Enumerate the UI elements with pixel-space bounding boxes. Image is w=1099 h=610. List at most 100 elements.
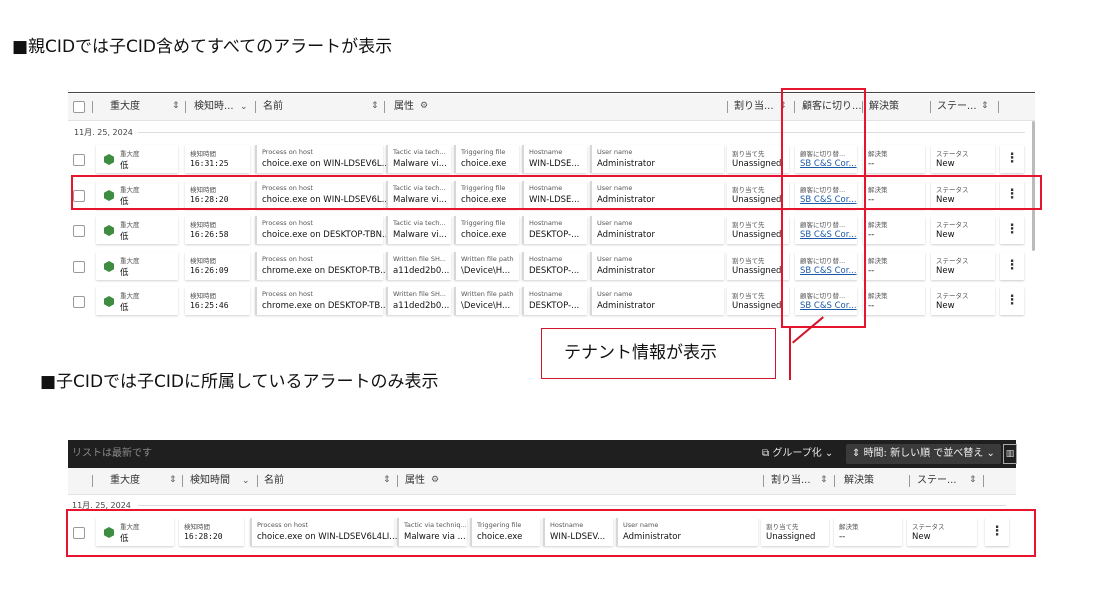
- row-checkbox[interactable]: [73, 261, 85, 273]
- resolution-cell[interactable]: 解決策 --: [863, 181, 925, 209]
- customer-cell[interactable]: 顧客に切り替... SB C&S Cor...: [795, 287, 857, 315]
- status-cell[interactable]: ステータス New: [931, 216, 995, 244]
- row-menu-button[interactable]: ⋮: [1000, 181, 1024, 209]
- group-by-button[interactable]: ⧉ グループ化 ⌄: [762, 440, 833, 468]
- assign-cell[interactable]: 割り当て先 Unassigned: [761, 518, 829, 546]
- name-cell[interactable]: Process on host choice.exe on WIN-LDSEV6L…: [255, 181, 390, 209]
- assign-cell[interactable]: 割り当て先 Unassigned: [727, 145, 789, 173]
- col-severity[interactable]: 重大度: [110, 468, 140, 494]
- customer-cell[interactable]: 顧客に切り替... SB C&S Cor...: [795, 145, 857, 173]
- severity-cell: 重大度低: [96, 252, 178, 280]
- assign-cell[interactable]: 割り当て先 Unassigned: [727, 287, 789, 315]
- list-toolbar: リストは最新です ⧉ グループ化 ⌄ ⇕ 時間: 新しい順 で並べ替え ⌄ ▥: [68, 440, 1017, 468]
- date-group-label: 11月. 25, 2024: [72, 501, 131, 510]
- row-checkbox[interactable]: [73, 527, 85, 539]
- sort-icon[interactable]: ⇕: [371, 101, 379, 111]
- name-cell[interactable]: Process on host choice.exe on WIN-LDSEV6L…: [250, 518, 397, 546]
- username-cell: User name Administrator: [590, 216, 724, 244]
- row-menu-button[interactable]: ⋮: [1000, 216, 1024, 244]
- name-cell[interactable]: Process on host chrome.exe on DESKTOP-TB.…: [255, 252, 388, 280]
- name-cell[interactable]: Process on host choice.exe on WIN-LDSEV6L…: [255, 145, 390, 173]
- hostname-cell: Hostname DESKTOP-...: [522, 287, 587, 315]
- attribute-cell: Written file SH... a11ded2b0...: [386, 252, 451, 280]
- attribute-cell: Written file SH... a11ded2b0...: [386, 287, 451, 315]
- status-cell[interactable]: ステータス New: [931, 287, 995, 315]
- col-status[interactable]: ステー...: [937, 94, 977, 120]
- col-assign[interactable]: 割り当...: [771, 468, 811, 494]
- column-settings-icon[interactable]: ▥: [1003, 444, 1017, 464]
- time-cell: 検知時間 16:26:09: [185, 252, 250, 280]
- sort-icon[interactable]: ⇕: [969, 475, 977, 485]
- chevron-down-icon[interactable]: ⌄: [240, 102, 248, 112]
- sort-icon[interactable]: ⇕: [820, 475, 828, 485]
- resolution-cell[interactable]: 解決策 --: [863, 252, 925, 280]
- sort-icon[interactable]: ⇕: [981, 101, 989, 111]
- sort-icon[interactable]: ⇕: [169, 475, 177, 485]
- resolution-cell[interactable]: 解決策 --: [863, 287, 925, 315]
- col-name[interactable]: 名前: [263, 94, 283, 120]
- customer-cell[interactable]: 顧客に切り替... SB C&S Cor...: [795, 181, 857, 209]
- sort-icon[interactable]: ⇕: [172, 101, 180, 111]
- severity-hex-icon: [104, 296, 114, 307]
- assign-cell[interactable]: 割り当て先 Unassigned: [727, 216, 789, 244]
- severity-cell: 重大度低: [96, 145, 178, 173]
- row-menu-button[interactable]: ⋮: [1000, 145, 1024, 173]
- col-name[interactable]: 名前: [264, 468, 284, 494]
- col-resolution[interactable]: 解決策: [844, 468, 874, 494]
- col-attributes: 属性: [405, 475, 425, 486]
- row-checkbox[interactable]: [73, 154, 85, 166]
- col-customer[interactable]: 顧客に切り...: [802, 94, 862, 120]
- attribute-cell: Written file path \Device\H...: [454, 287, 519, 315]
- table-row[interactable]: 重大度低検知時間 16:25:46 Process on host chrome.ex…: [68, 285, 1035, 317]
- gear-icon[interactable]: ⚙: [420, 101, 428, 111]
- hostname-cell: Hostname WIN-LDSEV...: [543, 518, 613, 546]
- severity-hex-icon: [104, 225, 114, 236]
- row-menu-button[interactable]: ⋮: [1000, 287, 1024, 315]
- table-row[interactable]: 重大度低検知時間 16:26:09 Process on host chrome.ex…: [68, 250, 1035, 282]
- row-menu-button[interactable]: ⋮: [985, 518, 1009, 546]
- assign-cell[interactable]: 割り当て先 Unassigned: [727, 181, 789, 209]
- status-cell[interactable]: ステータス New: [931, 181, 995, 209]
- time-cell: 検知時間 16:28:20: [185, 181, 250, 209]
- table-row[interactable]: 重大度低 検知時間 16:28:20 Process on host choice.…: [68, 516, 1016, 548]
- resolution-cell[interactable]: 解決策 --: [834, 518, 902, 546]
- severity-cell: 重大度低: [96, 287, 178, 315]
- col-status[interactable]: ステー...: [917, 468, 957, 494]
- assign-cell[interactable]: 割り当て先 Unassigned: [727, 252, 789, 280]
- customer-cell[interactable]: 顧客に切り替... SB C&S Cor...: [795, 216, 857, 244]
- table-header: 重大度 ⇕ 検知時間 ⌄ 名前 ⇕ 属性 ⚙ 割り当... ⇕ 解決策 ステー.…: [68, 468, 1016, 495]
- row-menu-button[interactable]: ⋮: [1000, 252, 1024, 280]
- col-attributes: 属性: [394, 101, 414, 112]
- col-assign[interactable]: 割り当...: [734, 94, 774, 120]
- sort-dropdown[interactable]: ⇕ 時間: 新しい順 で並べ替え ⌄: [846, 444, 1001, 464]
- attribute-cell: Tactic via tech... Malware vi...: [386, 181, 451, 209]
- time-cell: 検知時間 16:25:46: [185, 287, 250, 315]
- name-cell[interactable]: Process on host chrome.exe on DESKTOP-TB.…: [255, 287, 388, 315]
- status-cell[interactable]: ステータス New: [931, 145, 995, 173]
- hostname-cell: Hostname DESKTOP-...: [522, 252, 587, 280]
- table-row[interactable]: 重大度低検知時間 16:31:25 Process on host choice.ex…: [68, 143, 1035, 175]
- select-all-checkbox[interactable]: [73, 101, 85, 113]
- hostname-cell: Hostname WIN-LDSE...: [522, 145, 587, 173]
- col-detect-time[interactable]: 検知時...: [194, 94, 234, 120]
- sort-icon[interactable]: ⇕: [383, 475, 391, 485]
- name-cell[interactable]: Process on host choice.exe on DESKTOP-TBN…: [255, 216, 390, 244]
- customer-cell[interactable]: 顧客に切り替... SB C&S Cor...: [795, 252, 857, 280]
- status-cell[interactable]: ステータス New: [907, 518, 977, 546]
- table-row[interactable]: 重大度低検知時間 16:28:20 Process on host choice.ex…: [68, 179, 1035, 211]
- col-detect-time[interactable]: 検知時間: [190, 468, 230, 494]
- attribute-cell: Tactic via techniq... Malware via ...: [397, 518, 467, 546]
- col-resolution[interactable]: 解決策: [869, 94, 899, 120]
- row-checkbox[interactable]: [73, 296, 85, 308]
- row-checkbox[interactable]: [73, 225, 85, 237]
- sort-icon[interactable]: ⇕: [779, 101, 787, 111]
- resolution-cell[interactable]: 解決策 --: [863, 216, 925, 244]
- row-checkbox[interactable]: [73, 190, 85, 202]
- resolution-cell[interactable]: 解決策 --: [863, 145, 925, 173]
- chevron-down-icon[interactable]: ⌄: [242, 476, 250, 486]
- gear-icon[interactable]: ⚙: [431, 475, 439, 485]
- col-severity[interactable]: 重大度: [110, 94, 140, 120]
- scrollbar[interactable]: [1032, 121, 1035, 251]
- status-cell[interactable]: ステータス New: [931, 252, 995, 280]
- table-row[interactable]: 重大度低検知時間 16:26:58 Process on host choice.ex…: [68, 214, 1035, 246]
